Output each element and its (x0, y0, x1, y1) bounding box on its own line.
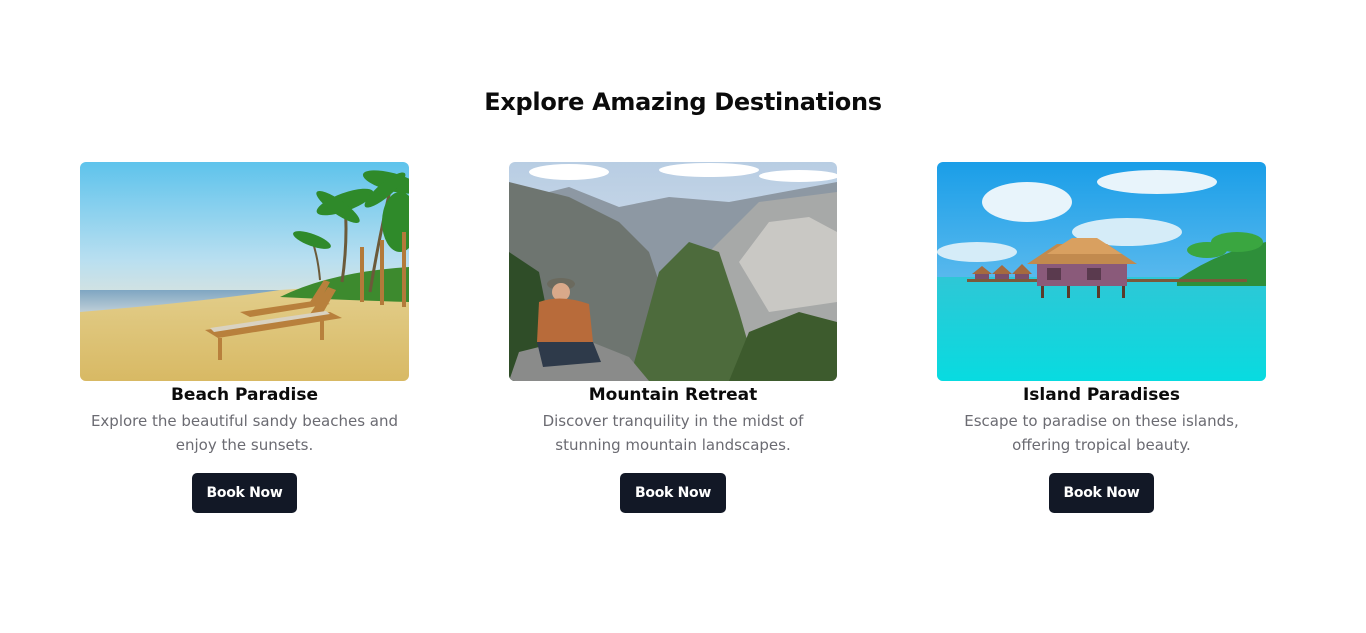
card-description: Escape to paradise on these islands, off… (964, 412, 1239, 454)
island-image (937, 162, 1266, 381)
card-title: Island Paradises (1022, 385, 1181, 405)
mountain-image (509, 162, 837, 381)
book-now-button[interactable]: Book Now (191, 473, 298, 513)
section-title: Explore Amazing Destinations (484, 88, 882, 116)
destination-card-beach: Beach Paradise Explore the beautiful san… (80, 162, 409, 513)
card-title: Beach Paradise (170, 385, 319, 405)
book-now-button[interactable]: Book Now (1048, 473, 1155, 513)
beach-image (80, 162, 409, 381)
destination-card-island: Island Paradises Escape to paradise on t… (937, 162, 1266, 513)
destination-card-mountain: Mountain Retreat Discover tranquility in… (509, 162, 837, 513)
card-title: Mountain Retreat (588, 385, 758, 405)
card-description: Explore the beautiful sandy beaches and … (90, 412, 399, 454)
card-description: Discover tranquility in the midst of stu… (542, 412, 804, 454)
destinations-section: Explore Amazing Destinations Beach Parad… (0, 0, 1366, 633)
book-now-button[interactable]: Book Now (620, 473, 726, 513)
